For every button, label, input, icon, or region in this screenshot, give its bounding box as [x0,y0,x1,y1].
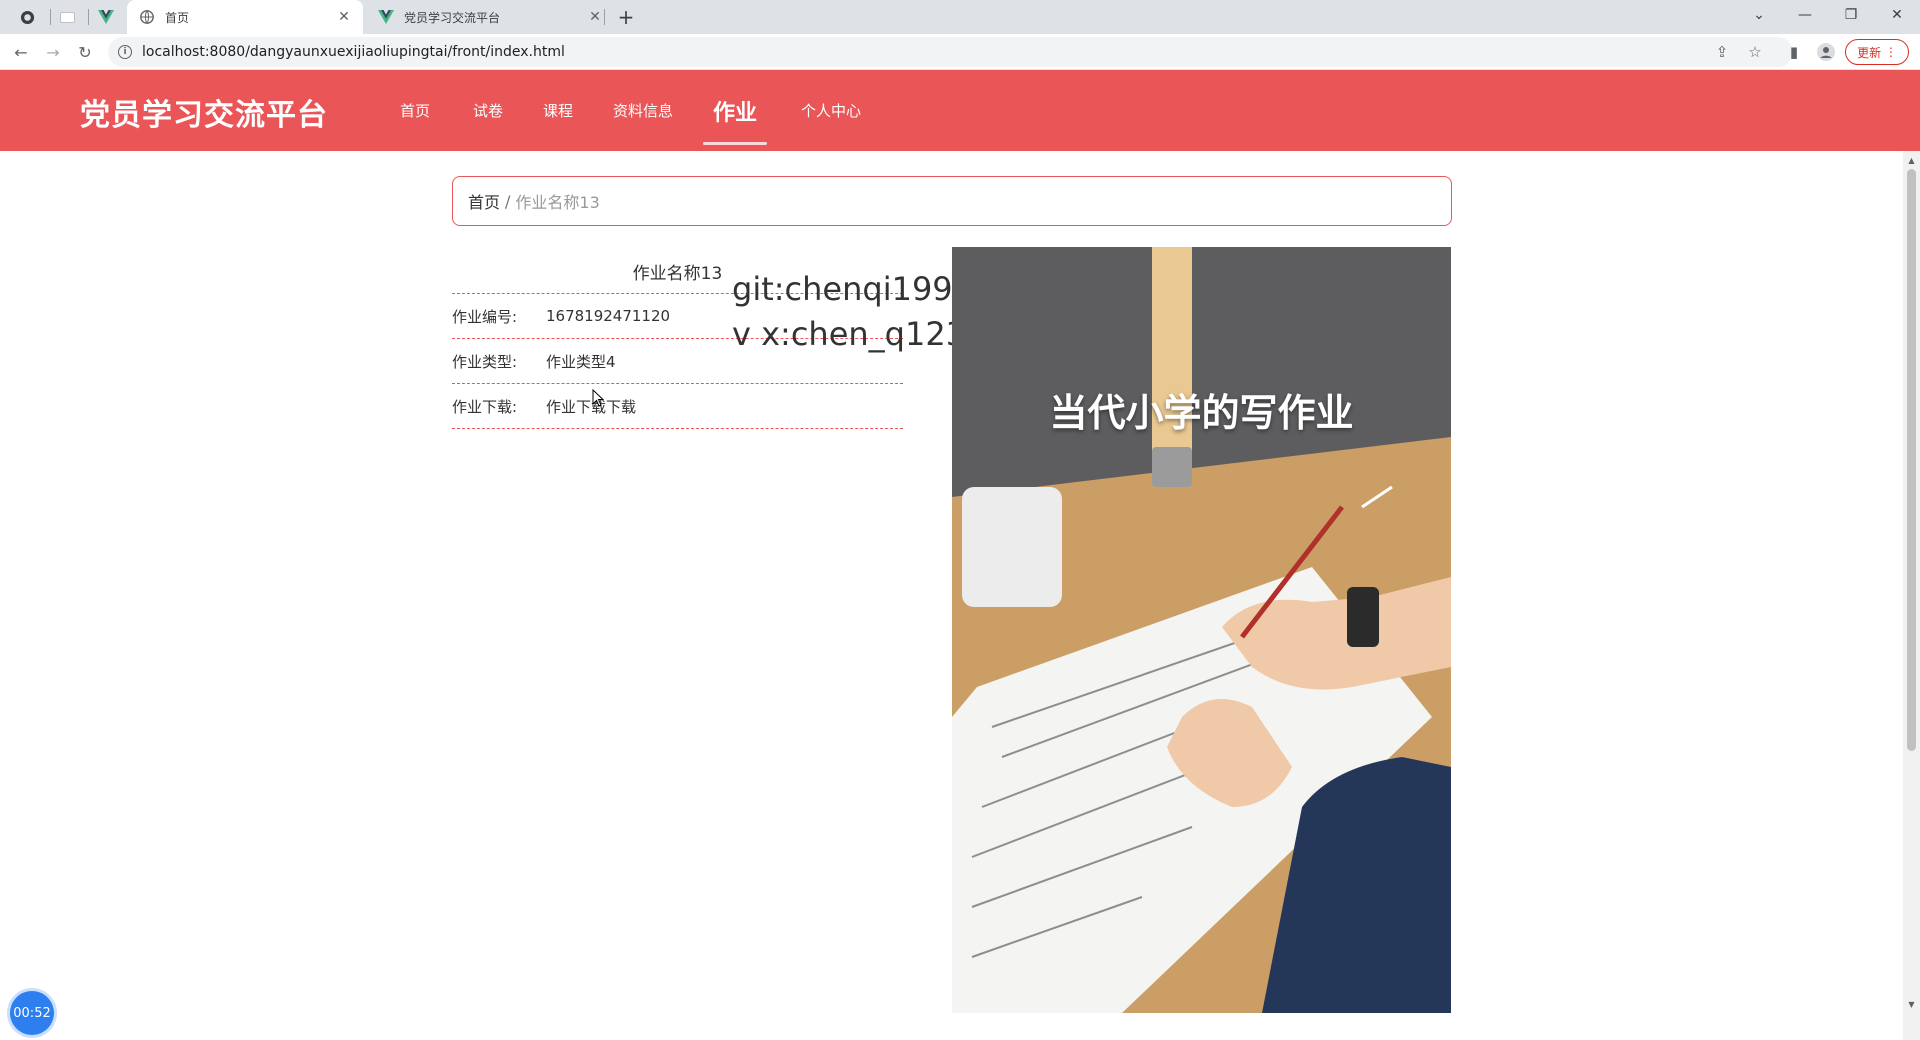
mouse-cursor-icon [592,388,605,411]
tab-home[interactable]: 首页 ✕ [127,0,363,34]
breadcrumb: 首页 / 作业名称13 [452,176,1452,226]
nav-personal-center[interactable]: 个人中心 [801,70,861,151]
pinned-tab-vue[interactable] [87,0,125,34]
github-icon [19,9,35,25]
image-caption: 当代小学的写作业 [1049,391,1354,435]
reload-icon[interactable]: ↻ [73,40,97,64]
download-link[interactable]: 作业下载下载 [546,396,636,417]
side-panel-icon[interactable]: ▮ [1782,40,1806,64]
close-icon[interactable]: ✕ [586,8,604,26]
detail-row-download: 作业下载: 作业下载下载 [452,384,903,429]
close-window-button[interactable]: ✕ [1874,0,1920,30]
nav-courses[interactable]: 课程 [543,70,573,151]
breadcrumb-current: 作业名称13 [515,193,600,212]
site-info-icon[interactable]: i [118,45,132,59]
nav-homework[interactable]: 作业 [702,70,768,151]
detail-label: 作业类型: [452,352,518,371]
restore-button[interactable]: ❐ [1828,0,1874,30]
url-text: localhost:8080/dangyaunxuexijiaoliupingt… [142,44,565,60]
tab-title: 首页 [165,10,190,25]
nav-materials[interactable]: 资料信息 [613,70,673,151]
scroll-up-icon[interactable]: ▲ [1903,153,1920,167]
scroll-down-icon[interactable]: ▼ [1903,997,1920,1011]
tab-platform[interactable]: 党员学习交流平台 ✕ [374,0,604,34]
detail-label: 作业编号: [452,307,518,326]
breadcrumb-separator: / [505,191,511,211]
timer-badge: 00:52 [10,991,54,1035]
vue-logo-icon [98,9,114,25]
globe-icon [139,9,155,25]
bookmark-star-icon[interactable]: ☆ [1743,40,1767,64]
share-icon[interactable]: ⇪ [1710,40,1734,64]
detail-value: 作业类型4 [546,352,616,371]
site-title: 党员学习交流平台 [80,98,328,133]
nav-home[interactable]: 首页 [400,70,430,151]
pinned-tab-github[interactable] [8,0,46,34]
update-button[interactable]: 更新 ⋮ [1845,39,1909,65]
site-header: 党员学习交流平台 首页 试卷 课程 资料信息 作业 个人中心 [0,70,1920,151]
new-tab-button[interactable]: + [615,5,637,29]
close-icon[interactable]: ✕ [335,8,353,26]
blank-page-icon [59,9,75,25]
pinned-tab-blank[interactable] [48,0,86,34]
breadcrumb-home[interactable]: 首页 [468,189,500,213]
detail-label: 作业下载: [452,397,518,416]
minimize-button[interactable]: — [1782,0,1828,30]
watermark-line: git:chenqi199 [732,270,953,308]
address-bar[interactable]: i localhost:8080/dangyaunxuexijiaoliupin… [108,37,1793,67]
detail-value: 1678192471120 [546,307,671,325]
scrollbar-thumb[interactable] [1907,169,1916,751]
tab-title: 党员学习交流平台 [404,10,501,25]
vue-logo-icon [378,9,394,25]
browser-toolbar: ← → ↻ i localhost:8080/dangyaunxuexijiao… [0,34,1920,70]
tab-search-icon[interactable]: ⌄ [1736,0,1782,30]
nav-exam-papers[interactable]: 试卷 [473,70,503,151]
page-scrollbar[interactable]: ▲ ▼ [1903,151,1920,1040]
browser-tab-strip: 首页 ✕ 党员学习交流平台 ✕ + ⌄ — ❐ ✕ [0,0,1920,34]
homework-image: 当代小学的写作业 [952,247,1451,1013]
profile-avatar-icon[interactable] [1814,40,1838,64]
forward-icon[interactable]: → [41,40,65,64]
back-icon[interactable]: ← [9,40,33,64]
